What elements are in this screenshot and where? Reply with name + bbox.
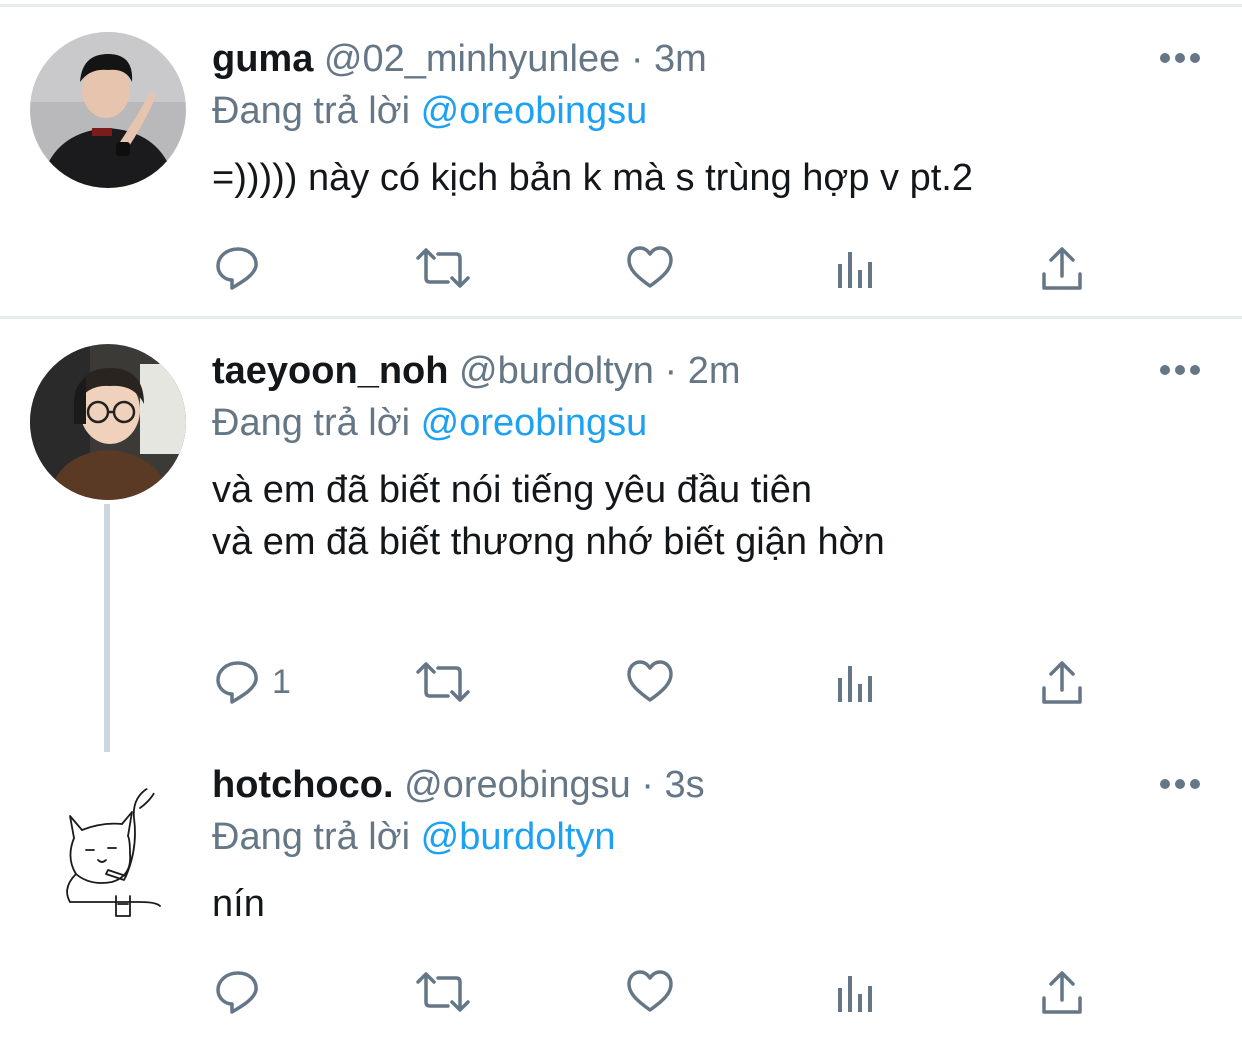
tweet-2[interactable]: taeyoon_noh @burdoltyn · 2m Đang trả lời… [0,320,1242,752]
replying-to-mention[interactable]: @oreobingsu [421,90,648,132]
tweet-text: =))))) này có kịch bản k mà s trùng hợp … [212,157,973,199]
reply-icon [216,661,258,704]
retweet-button[interactable] [414,652,472,712]
replying-to: Đang trả lời @burdoltyn [212,814,616,860]
replying-to-label: Đang trả lời [212,402,411,444]
user-handle[interactable]: @oreobingsu [404,764,631,806]
tweet-header: taeyoon_noh @burdoltyn · 2m [212,348,741,394]
reply-button[interactable] [214,962,272,1022]
heart-icon [627,970,673,1012]
avatar[interactable] [30,344,186,500]
like-button[interactable] [626,962,674,1022]
display-name[interactable]: guma [212,38,313,80]
heart-icon [627,660,673,702]
reply-icon [216,971,258,1014]
user-handle[interactable]: @burdoltyn [459,350,654,392]
reply-button[interactable] [214,238,272,298]
share-button[interactable] [1040,652,1084,712]
analytics-button[interactable] [834,962,878,1022]
avatar-photo-icon [30,344,186,500]
cat-sketch-avatar-icon [30,778,186,934]
more-options-icon[interactable] [1158,776,1202,792]
avatar[interactable] [30,32,186,188]
separator-dot: · [630,38,644,80]
timestamp[interactable]: 3m [654,38,707,80]
more-options-icon[interactable] [1158,50,1202,66]
action-bar [0,962,1242,1022]
timestamp[interactable]: 2m [688,350,741,392]
analytics-icon [838,252,872,288]
separator-dot: · [664,350,678,392]
replying-to-label: Đang trả lời [212,816,411,858]
replying-to-mention[interactable]: @oreobingsu [421,402,648,444]
analytics-button[interactable] [834,238,878,298]
analytics-icon [838,666,872,702]
reply-button[interactable]: 1 [214,652,291,712]
retweet-button[interactable] [414,962,472,1022]
retweet-button[interactable] [414,238,472,298]
tweet-text: và em đã biết nói tiếng yêu đầu tiên và … [212,469,885,563]
tweet-header: hotchoco. @oreobingsu · 3s [212,762,705,808]
avatar[interactable] [30,778,186,934]
tweet-header: guma @02_minhyunlee · 3m [212,36,707,82]
action-bar [0,238,1242,298]
display-name[interactable]: hotchoco. [212,764,394,806]
retweet-icon [416,972,470,1012]
share-icon [1042,971,1082,1014]
analytics-button[interactable] [834,652,878,712]
replying-to-mention[interactable]: @burdoltyn [421,816,616,858]
share-button[interactable] [1040,962,1084,1022]
tweet-3[interactable]: hotchoco. @oreobingsu · 3s Đang trả lời … [0,752,1242,1037]
display-name[interactable]: taeyoon_noh [212,350,448,392]
tweet-1[interactable]: guma @02_minhyunlee · 3m Đang trả lời @o… [0,0,1242,316]
replying-to-label: Đang trả lời [212,90,411,132]
retweet-icon [416,248,470,288]
like-button[interactable] [626,238,674,298]
action-bar: 1 [0,652,1242,712]
share-icon [1042,247,1082,290]
reply-count: 1 [272,662,291,701]
like-button[interactable] [626,652,674,712]
timestamp[interactable]: 3s [665,764,705,806]
retweet-icon [416,662,470,702]
replying-to: Đang trả lời @oreobingsu [212,400,647,446]
user-handle[interactable]: @02_minhyunlee [324,38,620,80]
thread-line [104,504,110,752]
tweet-divider [0,316,1242,319]
share-icon [1042,661,1082,704]
analytics-icon [838,976,872,1012]
share-button[interactable] [1040,238,1084,298]
avatar-photo-icon [30,32,186,188]
tweet-text: nín [212,883,265,925]
heart-icon [627,246,673,288]
reply-icon [216,247,258,290]
separator-dot: · [641,764,654,806]
replying-to: Đang trả lời @oreobingsu [212,88,647,134]
more-options-icon[interactable] [1158,362,1202,378]
